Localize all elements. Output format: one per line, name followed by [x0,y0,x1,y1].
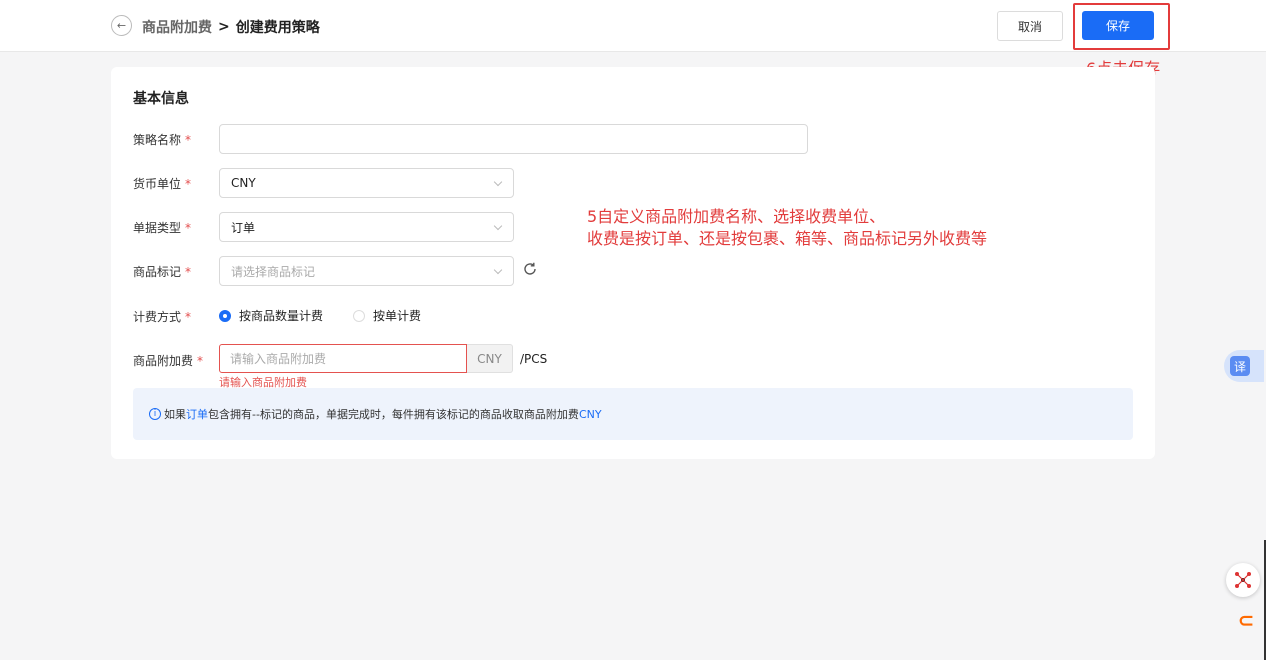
radio-unchecked-icon[interactable] [353,309,365,322]
translate-button[interactable]: 译 [1224,350,1264,382]
chevron-down-icon [493,221,503,231]
save-button[interactable]: 保存 [1082,11,1154,40]
currency-label: 货币单位 * [133,175,191,192]
section-title: 基本信息 [133,91,189,107]
required-mark: * [185,310,192,324]
strategy-name-input[interactable] [219,124,808,154]
page-title: 创建费用策略 [235,20,320,36]
alibaba-1688-icon[interactable]: ⊂ [1230,603,1262,637]
info-alert: i 如果 订单 包含拥有--标记的商品，单据完成时，每件拥有该标记的商品收取商品… [133,388,1133,440]
strategy-name-label-text: 策略名称 [133,133,182,147]
product-tag-label-text: 商品标记 [133,265,182,279]
fee-unit-addon: CNY [467,344,513,373]
radio-checked-icon[interactable] [219,309,231,322]
info-currency: CNY [578,407,602,421]
currency-label-text: 货币单位 [133,177,182,191]
annotation-form-note: 5自定义商品附加费名称、选择收费单位、 收费是按订单、还是按包裹、箱等、商品标记… [587,206,987,250]
required-mark: * [185,265,192,279]
doc-type-value: 订单 [231,220,256,235]
billing-option-quantity[interactable]: 按商品数量计费 [219,307,323,324]
annotation-line-1: 5自定义商品附加费名称、选择收费单位、 [587,207,886,226]
cancel-button[interactable]: 取消 [997,11,1063,41]
required-mark: * [185,133,192,147]
fee-per-unit: /PCS [520,352,548,366]
translate-icon: 译 [1230,356,1250,376]
fee-placeholder: 请输入商品附加费 [230,352,327,366]
annotation-line-2: 收费是按订单、还是按包裹、箱等、商品标记另外收费等 [587,229,988,248]
arrow-left-icon: ← [116,19,127,32]
network-icon [1235,572,1251,588]
billing-option-order-label: 按单计费 [373,309,422,323]
required-mark: * [185,177,192,191]
product-tag-select[interactable]: 请选择商品标记 [219,256,514,286]
required-mark: * [185,221,192,235]
product-tag-placeholder: 请选择商品标记 [231,264,316,279]
billing-label: 计费方式 * [133,308,191,325]
info-text: 包含拥有--标记的商品，单据完成时，每件拥有该标记的商品收取商品附加费 [208,408,579,421]
product-tag-label: 商品标记 * [133,263,191,280]
info-link-order[interactable]: 订单 [186,406,208,422]
fee-input[interactable]: 请输入商品附加费 [219,344,467,373]
billing-option-order[interactable]: 按单计费 [353,307,421,324]
required-mark: * [197,354,204,368]
fee-label: 商品附加费 * [133,352,203,369]
doc-type-select[interactable]: 订单 [219,212,514,242]
strategy-name-label: 策略名称 * [133,131,191,148]
plugin-logo-icon[interactable] [1226,563,1260,597]
refresh-icon[interactable] [522,261,538,277]
billing-option-quantity-label: 按商品数量计费 [239,309,324,323]
chevron-down-icon [493,265,503,275]
billing-label-text: 计费方式 [133,310,182,324]
currency-value: CNY [231,176,256,190]
info-prefix: 如果 [164,408,186,421]
breadcrumb-separator: > [218,19,230,35]
doc-type-label: 单据类型 * [133,219,191,236]
doc-type-label-text: 单据类型 [133,221,182,235]
chevron-down-icon [493,177,503,187]
breadcrumb: 商品附加费 > 创建费用策略 [142,17,320,37]
back-button[interactable]: ← [111,15,132,36]
breadcrumb-parent[interactable]: 商品附加费 [142,17,212,37]
currency-select[interactable]: CNY [219,168,514,198]
info-icon: i [149,408,161,420]
fee-label-text: 商品附加费 [133,354,194,368]
